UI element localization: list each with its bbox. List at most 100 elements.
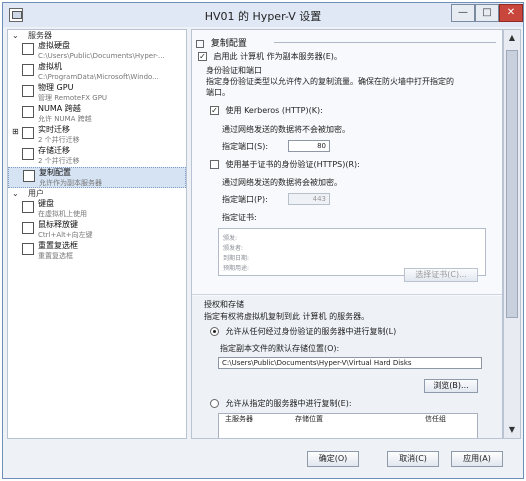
cert-line: 到期日期: (223, 255, 250, 262)
minimize-button[interactable]: — (451, 4, 475, 22)
table-header-trust-group: 信任组 (425, 415, 446, 423)
allow-any-radio[interactable] (210, 327, 219, 336)
nav-item-virtual-machines[interactable]: 虚拟机 C:\ProgramData\Microsoft\Windo... (8, 62, 186, 83)
allow-any-label: 允许从任何经过身份验证的服务器中进行复制(L) (225, 327, 397, 336)
auth-desc-1: 指定身份验证类型以允许传入的复制流量。确保在防火墙中打开指定的 (206, 77, 454, 86)
nav-item-keyboard[interactable]: 键盘 在虚拟机上使用 (8, 199, 186, 220)
cert-auth-checkbox[interactable] (210, 160, 219, 169)
vm-icon (22, 64, 34, 76)
allow-any-row[interactable]: 允许从任何经过身份验证的服务器中进行复制(L) (210, 327, 396, 337)
cert-port-label: 指定端口(P): (222, 195, 268, 204)
pane-title-text: 复制配置 (210, 39, 247, 49)
settings-nav: ⌄ 服务器 虚拟硬盘 C:\Users\Public\Documents\Hyp… (7, 29, 187, 439)
kerberos-label: 使用 Kerberos (HTTP)(K): (225, 106, 323, 115)
replication-title-icon (196, 39, 204, 48)
nav-item-numa[interactable]: NUMA 跨越 允许 NUMA 跨越 (8, 104, 186, 125)
cancel-button[interactable]: 取消(C) (387, 451, 439, 467)
apply-button[interactable]: 应用(A) (451, 451, 503, 467)
storage-icon (22, 148, 34, 160)
content-scrollbar[interactable]: ▲ ▼ (503, 29, 521, 439)
cert-auth-label: 使用基于证书的身份验证(HTTPS)(R): (225, 160, 360, 169)
numa-icon (22, 106, 34, 118)
nav-item-label: 重置复选框 (38, 241, 78, 250)
default-location-label: 指定副本文件的默认存储位置(O): (220, 344, 340, 353)
server-table[interactable]: 主服务器 存储位置 信任组 (218, 413, 478, 438)
section-user-label: 用户 (28, 189, 44, 198)
nav-item-replication[interactable]: 复制配置 允许作为副本服务器 (8, 167, 186, 188)
section-divider (192, 294, 502, 295)
section-server-label: 服务器 (28, 31, 52, 40)
nav-item-storage-migration[interactable]: 存储迁移 2 个并行迁移 (8, 146, 186, 167)
keyboard-icon (22, 201, 34, 213)
nav-item-desc: 在虚拟机上使用 (38, 210, 87, 218)
nav-item-desc: 允许作为副本服务器 (39, 179, 102, 187)
nav-item-desc: 2 个并行迁移 (38, 136, 80, 144)
nav-item-desc: 重置复选框 (38, 252, 73, 260)
nav-item-label: 复制配置 (39, 168, 71, 177)
replication-icon (23, 170, 35, 182)
kerberos-note: 通过网络发送的数据将不会被加密。 (222, 125, 350, 134)
enable-replica-checkbox[interactable] (198, 52, 207, 61)
scroll-thumb[interactable] (506, 50, 518, 318)
nav-item-label: 键盘 (38, 199, 54, 208)
section-server[interactable]: ⌄ 服务器 (8, 30, 186, 41)
scroll-up-icon[interactable]: ▲ (504, 30, 520, 46)
nav-item-desc: C:\ProgramData\Microsoft\Windo... (38, 73, 159, 81)
pane-title: 复制配置 (196, 36, 247, 49)
nav-item-label: NUMA 跨越 (38, 104, 81, 113)
nav-item-desc: C:\Users\Public\Documents\Hyper-... (38, 52, 165, 60)
nav-item-label: 实时迁移 (38, 125, 70, 134)
allow-specified-label: 允许从指定的服务器中进行复制(E): (225, 399, 352, 408)
cert-line: 预期用途: (223, 265, 250, 272)
nav-item-reset-check[interactable]: 重置复选框 重置复选框 (8, 241, 186, 262)
nav-item-mouse-release[interactable]: 鼠标释放键 Ctrl+Alt+向左键 (8, 220, 186, 241)
cert-spec-label: 指定证书: (222, 213, 257, 222)
maximize-button[interactable]: □ (475, 4, 499, 22)
replication-pane: 复制配置 启用此 计算机 作为副本服务器(E)。 身份验证和端口 指定身份验证类… (191, 29, 503, 439)
table-header-primary-server: 主服务器 (225, 415, 253, 423)
cert-auth-row[interactable]: 使用基于证书的身份验证(HTTPS)(R): (210, 160, 360, 170)
collapse-icon: ⌄ (12, 189, 19, 198)
enable-replica-label: 启用此 计算机 作为副本服务器(E)。 (213, 52, 342, 61)
storage-desc: 指定有权将虚拟机复制到此 计算机 的服务器。 (204, 312, 370, 321)
nav-item-label: 虚拟硬盘 (38, 41, 70, 50)
mouse-icon (22, 222, 34, 234)
collapse-icon: ⌄ (12, 31, 19, 40)
nav-item-desc: 管理 RemoteFX GPU (38, 94, 108, 102)
nav-item-label: 存储迁移 (38, 146, 70, 155)
table-header-storage-location: 存储位置 (295, 415, 323, 423)
scroll-down-icon[interactable]: ▼ (504, 422, 520, 438)
nav-item-label: 物理 GPU (38, 83, 74, 92)
default-location-input[interactable]: C:\Users\Public\Documents\Hyper-V\Virtua… (218, 357, 482, 369)
migration-icon (22, 127, 34, 139)
allow-specified-radio[interactable] (210, 399, 219, 408)
cert-port-input[interactable]: 443 (288, 193, 330, 205)
kerberos-row[interactable]: 使用 Kerberos (HTTP)(K): (210, 106, 323, 116)
nav-item-virtual-disk[interactable]: 虚拟硬盘 C:\Users\Public\Documents\Hyper-... (8, 41, 186, 62)
ok-button[interactable]: 确定(O) (307, 451, 359, 467)
allow-specified-row[interactable]: 允许从指定的服务器中进行复制(E): (210, 399, 352, 409)
gpu-icon (22, 85, 34, 97)
nav-item-gpu[interactable]: 物理 GPU 管理 RemoteFX GPU (8, 83, 186, 104)
kerberos-port-input[interactable]: 80 (288, 140, 330, 152)
nav-item-desc: 允许 NUMA 跨越 (38, 115, 92, 123)
close-button[interactable]: ✕ (499, 4, 523, 22)
auth-desc-2: 端口。 (206, 88, 230, 97)
enable-replica-row[interactable]: 启用此 计算机 作为副本服务器(E)。 (198, 52, 342, 62)
cert-note: 通过网络发送的数据将会被加密。 (222, 178, 342, 187)
nav-item-desc: Ctrl+Alt+向左键 (38, 231, 93, 239)
window-title: HV01 的 Hyper-V 设置 (204, 10, 322, 23)
title-bar[interactable]: HV01 的 Hyper-V 设置 — □ ✕ (3, 3, 523, 27)
browse-button[interactable]: 浏览(B)... (424, 379, 478, 393)
select-certificate-button[interactable]: 选择证书(C)... (404, 268, 478, 282)
nav-item-label: 虚拟机 (38, 62, 62, 71)
settings-window: HV01 的 Hyper-V 设置 — □ ✕ ⌄ 服务器 虚拟硬盘 C:\Us… (2, 2, 524, 479)
nav-item-desc: 2 个并行迁移 (38, 157, 80, 165)
disk-icon (22, 43, 34, 55)
auth-title: 身份验证和端口 (206, 66, 262, 75)
section-user[interactable]: ⌄ 用户 (8, 188, 186, 199)
nav-item-live-migration[interactable]: ⊞ 实时迁移 2 个并行迁移 (8, 125, 186, 146)
kerberos-checkbox[interactable] (210, 106, 219, 115)
pane-title-divider (274, 42, 496, 43)
cert-line: 颁发: (223, 235, 238, 242)
